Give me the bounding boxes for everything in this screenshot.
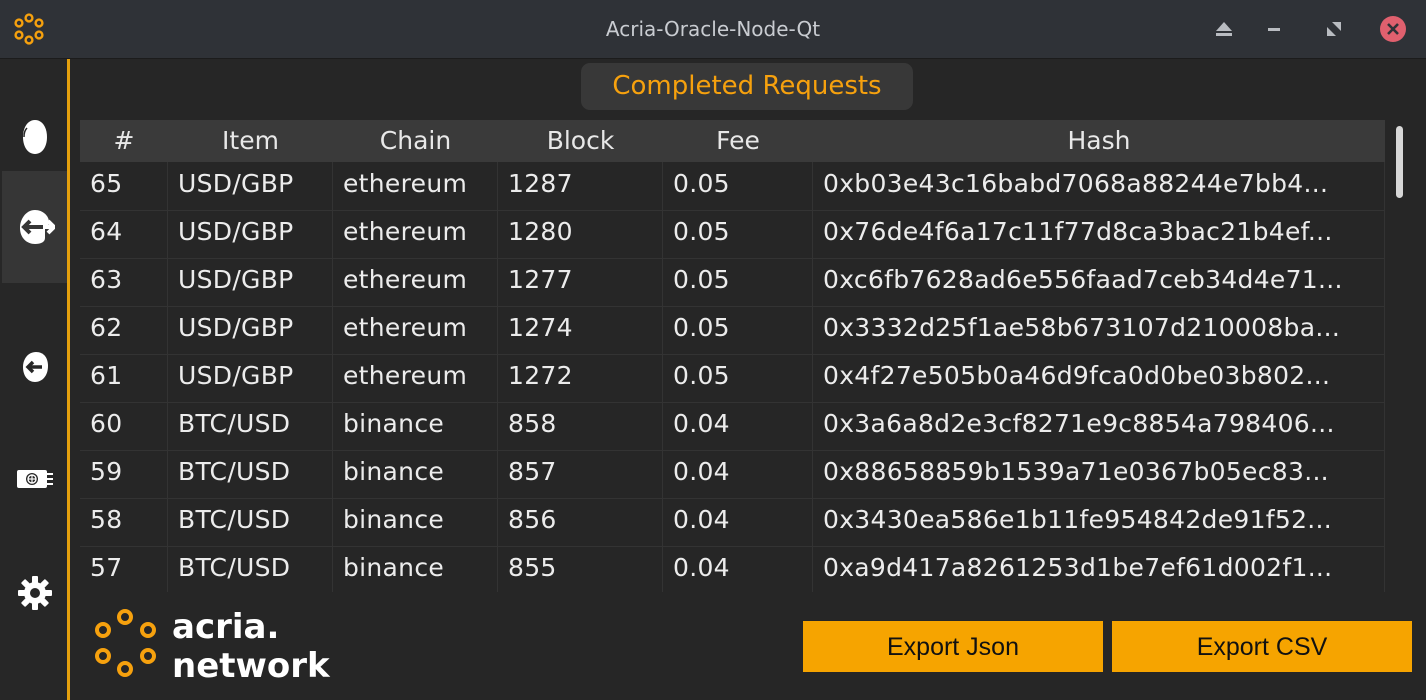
cell-number: 64 <box>80 210 168 258</box>
logo-line-2: network <box>172 646 330 686</box>
cell-item: BTC/USD <box>168 498 333 546</box>
cell-chain: ethereum <box>333 162 498 210</box>
cell-item: USD/GBP <box>168 162 333 210</box>
outgoing-request-icon <box>19 210 55 244</box>
cell-chain: binance <box>333 450 498 498</box>
cell-hash: 0xc6fb7628ad6e556faad7ceb34d4e71... <box>813 258 1385 306</box>
cell-number: 60 <box>80 402 168 450</box>
table-row[interactable]: 59 BTC/USD binance 857 0.04 0x88658859b1539a7… <box>80 450 1385 499</box>
export-csv-button[interactable]: Export CSV <box>1112 621 1412 672</box>
eject-icon[interactable] <box>1211 16 1237 42</box>
table-row[interactable]: 58 BTC/USD binance 856 0.04 0x3430ea586e1b11f… <box>80 498 1385 547</box>
cell-hash: 0xb03e43c16babd7068a88244e7bb4... <box>813 162 1385 210</box>
cell-block: 1287 <box>498 162 663 210</box>
column-header-number[interactable]: # <box>80 120 168 162</box>
cell-fee: 0.05 <box>663 354 813 402</box>
cell-hash: 0x76de4f6a17c11f77d8ca3bac21b4ef... <box>813 210 1385 258</box>
cell-item: USD/GBP <box>168 210 333 258</box>
cell-block: 1274 <box>498 306 663 354</box>
cell-block: 1277 <box>498 258 663 306</box>
sidebar <box>0 59 67 700</box>
logo-wordmark: acria. network <box>172 608 330 686</box>
cell-chain: ethereum <box>333 354 498 402</box>
acria-network-logo: acria. network <box>92 608 342 688</box>
table-row[interactable]: 57 BTC/USD binance 855 0.04 0xa9d417a8261253d… <box>80 546 1385 592</box>
cloud-icon <box>22 120 47 154</box>
cell-fee: 0.05 <box>663 162 813 210</box>
cell-fee: 0.04 <box>663 546 813 592</box>
cell-block: 1272 <box>498 354 663 402</box>
column-header-fee[interactable]: Fee <box>663 120 813 162</box>
column-header-chain[interactable]: Chain <box>333 120 498 162</box>
sidebar-item-incoming-requests[interactable] <box>2 311 67 423</box>
logo-line-1: acria. <box>172 607 280 647</box>
maximize-icon[interactable] <box>1321 16 1347 42</box>
cell-chain: binance <box>333 498 498 546</box>
cell-number: 63 <box>80 258 168 306</box>
money-globe-icon <box>16 470 53 488</box>
minimize-icon[interactable] <box>1261 16 1287 42</box>
cell-hash: 0x88658859b1539a71e0367b05ec83... <box>813 450 1385 498</box>
sidebar-item-completed-requests[interactable] <box>2 171 67 283</box>
scrollbar-thumb[interactable] <box>1396 126 1403 198</box>
cell-item: BTC/USD <box>168 450 333 498</box>
cell-fee: 0.04 <box>663 402 813 450</box>
cell-number: 57 <box>80 546 168 592</box>
cell-chain: ethereum <box>333 258 498 306</box>
cell-fee: 0.04 <box>663 450 813 498</box>
column-header-hash[interactable]: Hash <box>813 120 1385 162</box>
column-header-item[interactable]: Item <box>168 120 333 162</box>
cell-block: 1280 <box>498 210 663 258</box>
cell-chain: binance <box>333 402 498 450</box>
cell-chain: ethereum <box>333 210 498 258</box>
cell-block: 855 <box>498 546 663 592</box>
gear-icon <box>17 576 52 610</box>
sidebar-item-payments[interactable] <box>2 423 67 535</box>
table-row[interactable]: 65 USD/GBP ethereum 1287 0.05 0xb03e43c16babd… <box>80 162 1385 211</box>
cell-hash: 0x3a6a8d2e3cf8271e9c8854a798406... <box>813 402 1385 450</box>
table-row[interactable]: 61 USD/GBP ethereum 1272 0.05 0x4f27e505b0a46… <box>80 354 1385 403</box>
cell-item: BTC/USD <box>168 546 333 592</box>
cell-number: 62 <box>80 306 168 354</box>
sidebar-item-settings[interactable] <box>2 537 67 649</box>
cell-fee: 0.05 <box>663 210 813 258</box>
cell-number: 58 <box>80 498 168 546</box>
cell-fee: 0.04 <box>663 498 813 546</box>
cell-hash: 0x3430ea586e1b11fe954842de91f52... <box>813 498 1385 546</box>
cell-block: 856 <box>498 498 663 546</box>
cell-hash: 0xa9d417a8261253d1be7ef61d002f1... <box>813 546 1385 592</box>
requests-table[interactable]: # Item Chain Block Fee Hash 65 USD/GBP eth… <box>80 120 1385 592</box>
incoming-request-icon <box>22 352 48 382</box>
close-icon[interactable] <box>1379 15 1407 43</box>
title-bar[interactable]: Acria-Oracle-Node-Qt <box>0 0 1426 59</box>
cell-number: 59 <box>80 450 168 498</box>
cell-fee: 0.05 <box>663 258 813 306</box>
table-row[interactable]: 60 BTC/USD binance 858 0.04 0x3a6a8d2e3cf8271… <box>80 402 1385 451</box>
cell-block: 857 <box>498 450 663 498</box>
cell-fee: 0.05 <box>663 306 813 354</box>
cell-number: 61 <box>80 354 168 402</box>
cell-hash: 0x3332d25f1ae58b673107d210008ba... <box>813 306 1385 354</box>
table-scrollbar[interactable] <box>1393 120 1405 592</box>
table-row[interactable]: 62 USD/GBP ethereum 1274 0.05 0x3332d25f1ae58… <box>80 306 1385 355</box>
cell-item: USD/GBP <box>168 354 333 402</box>
page-title: Completed Requests <box>581 63 913 110</box>
app-window: Acria-Oracle-Node-Qt Completed Requests … <box>0 0 1426 700</box>
column-header-block[interactable]: Block <box>498 120 663 162</box>
cell-item: USD/GBP <box>168 306 333 354</box>
table-row[interactable]: 63 USD/GBP ethereum 1277 0.05 0xc6fb7628ad6e5… <box>80 258 1385 307</box>
logo-dots-icon <box>95 609 156 677</box>
cell-chain: binance <box>333 546 498 592</box>
cell-hash: 0x4f27e505b0a46d9fca0d0be03b802... <box>813 354 1385 402</box>
cell-chain: ethereum <box>333 306 498 354</box>
table-row[interactable]: 64 USD/GBP ethereum 1280 0.05 0x76de4f6a17c11… <box>80 210 1385 259</box>
cell-block: 858 <box>498 402 663 450</box>
cell-item: BTC/USD <box>168 402 333 450</box>
cell-item: USD/GBP <box>168 258 333 306</box>
cell-number: 65 <box>80 162 168 210</box>
export-json-button[interactable]: Export Json <box>803 621 1103 672</box>
table-header: # Item Chain Block Fee Hash <box>80 120 1385 162</box>
